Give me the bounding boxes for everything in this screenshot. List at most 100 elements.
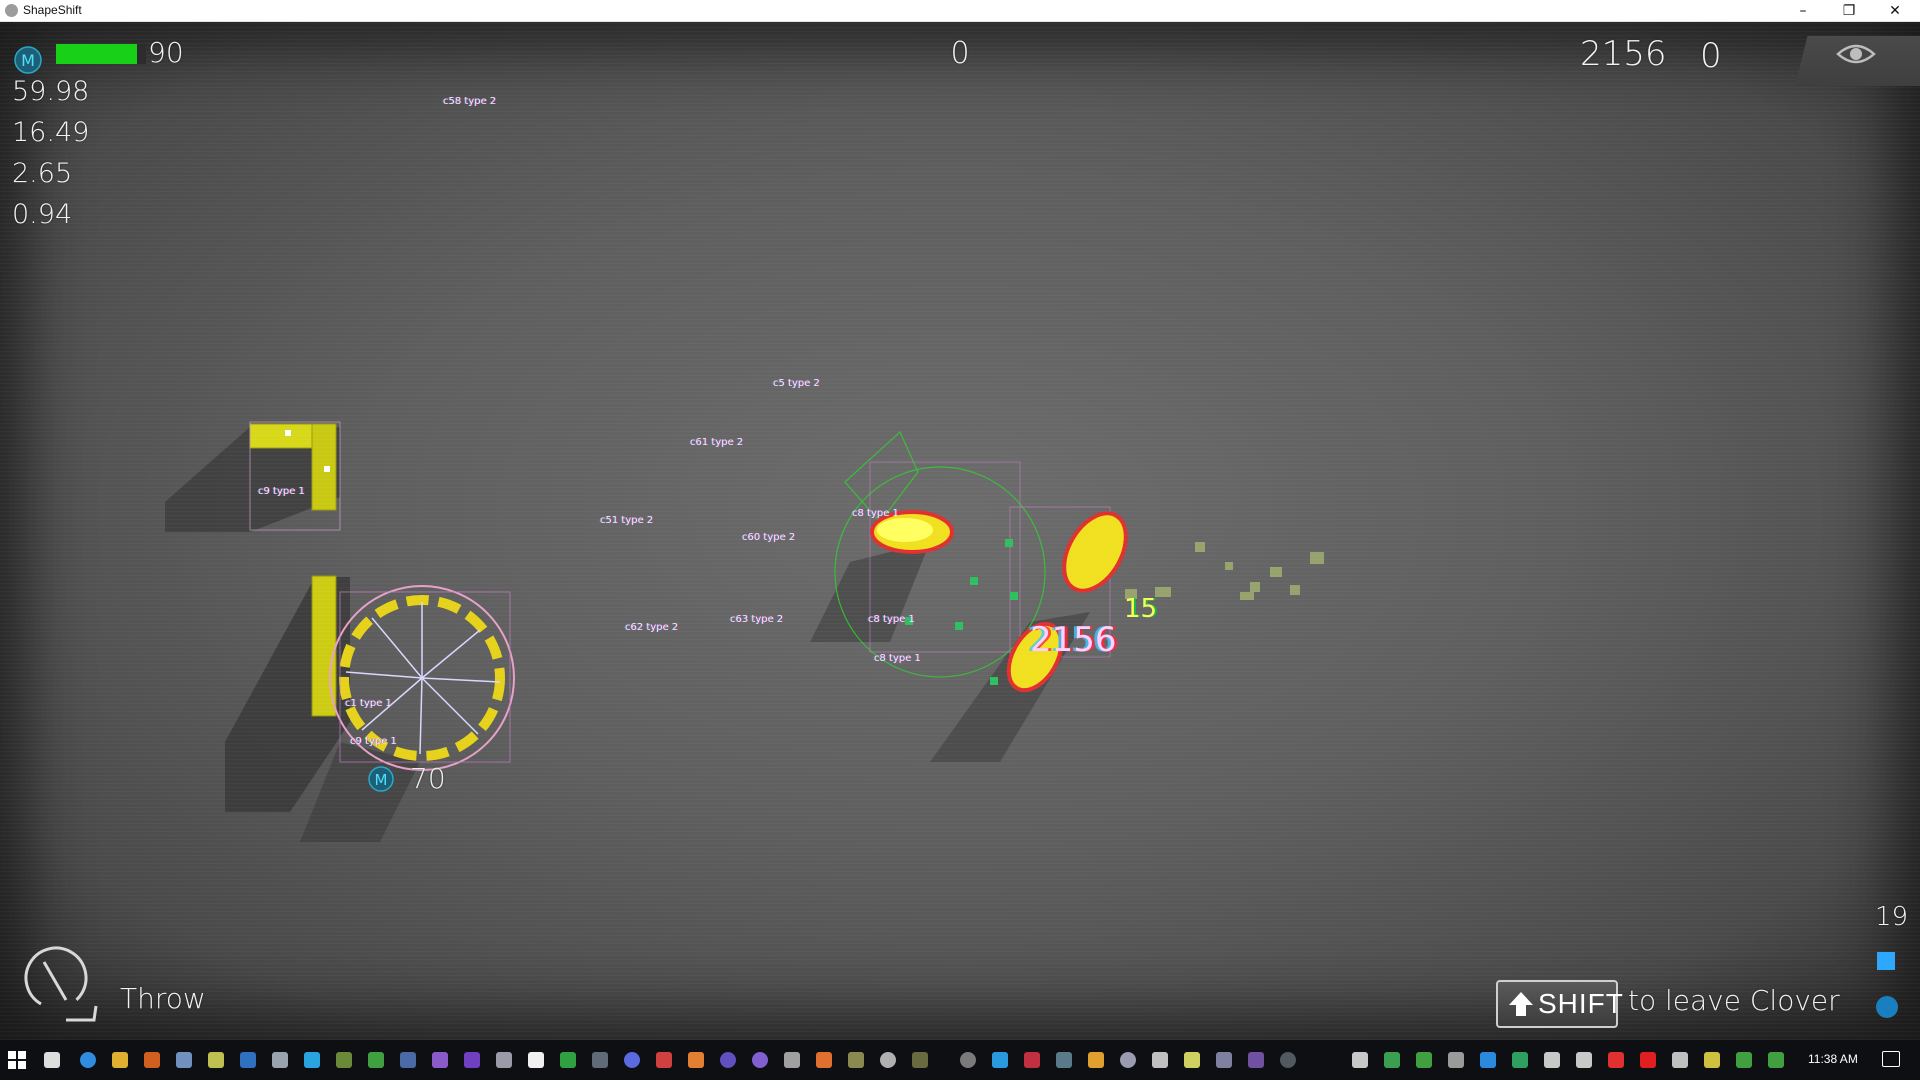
world-label: c9 type 1 bbox=[350, 736, 397, 747]
app-icon[interactable] bbox=[1024, 1052, 1040, 1068]
app-icon[interactable] bbox=[208, 1052, 224, 1068]
app-icon[interactable] bbox=[496, 1052, 512, 1068]
app-icon[interactable] bbox=[784, 1052, 800, 1068]
app-icon[interactable] bbox=[1216, 1052, 1232, 1068]
tray-icon[interactable] bbox=[1736, 1052, 1752, 1068]
world-label: c8 type 1 bbox=[874, 653, 921, 664]
notification-icon[interactable] bbox=[1882, 1051, 1900, 1067]
app-icon[interactable] bbox=[1248, 1052, 1264, 1068]
app-icon[interactable] bbox=[992, 1052, 1008, 1068]
total-score: 2156 bbox=[1580, 34, 1667, 74]
folder-icon[interactable] bbox=[112, 1052, 128, 1068]
world-label: c58 type 2 bbox=[443, 96, 497, 107]
app-icon[interactable] bbox=[432, 1052, 448, 1068]
app-icon[interactable] bbox=[144, 1052, 160, 1068]
tray-icon[interactable] bbox=[1480, 1052, 1496, 1068]
world-label: c5 type 2 bbox=[773, 378, 820, 389]
app-icon[interactable] bbox=[624, 1052, 640, 1068]
ammo-indicator bbox=[1877, 952, 1895, 970]
tray-icon[interactable] bbox=[1608, 1052, 1624, 1068]
window-title: ShapeShift bbox=[23, 3, 82, 17]
throw-icon bbox=[24, 946, 98, 1022]
enemy-health: 70 bbox=[410, 762, 446, 795]
shift-key-label: SHIFT bbox=[1538, 988, 1624, 1019]
tray-icon[interactable] bbox=[1352, 1052, 1368, 1068]
secondary-score: 0 bbox=[1700, 36, 1722, 76]
start-button[interactable] bbox=[8, 1051, 26, 1069]
svg-text:M: M bbox=[375, 771, 388, 789]
stat-value: 16.49 bbox=[12, 117, 90, 148]
app-icon[interactable] bbox=[1088, 1052, 1104, 1068]
browser-icon[interactable] bbox=[80, 1052, 96, 1068]
health-value: 90 bbox=[148, 36, 184, 69]
app-icon[interactable] bbox=[464, 1052, 480, 1068]
app-icon[interactable] bbox=[176, 1052, 192, 1068]
close-button[interactable]: ✕ bbox=[1872, 0, 1918, 22]
hit-counter: 15 bbox=[1124, 594, 1158, 624]
tray-icon[interactable] bbox=[1416, 1052, 1432, 1068]
restore-button[interactable]: ❐ bbox=[1826, 0, 1872, 22]
health-bar-fill bbox=[56, 44, 137, 64]
player-avatar-icon: M bbox=[14, 46, 42, 74]
app-icon[interactable] bbox=[720, 1052, 736, 1068]
app-icon[interactable] bbox=[688, 1052, 704, 1068]
tray-icon[interactable] bbox=[1640, 1052, 1656, 1068]
svg-text:M: M bbox=[21, 51, 35, 70]
app-icon[interactable] bbox=[1056, 1052, 1072, 1068]
app-icon[interactable] bbox=[1152, 1052, 1168, 1068]
app-icon[interactable] bbox=[560, 1052, 576, 1068]
app-icon[interactable] bbox=[912, 1052, 928, 1068]
tray-icon[interactable] bbox=[1512, 1052, 1528, 1068]
app-icon[interactable] bbox=[592, 1052, 608, 1068]
app-icon[interactable] bbox=[816, 1052, 832, 1068]
app-icon[interactable] bbox=[240, 1052, 256, 1068]
app-icon[interactable] bbox=[1184, 1052, 1200, 1068]
enemy-avatar-icon: M bbox=[368, 766, 394, 792]
app-icon[interactable] bbox=[304, 1052, 320, 1068]
minimize-button[interactable]: – bbox=[1780, 0, 1826, 22]
app-icon[interactable] bbox=[400, 1052, 416, 1068]
world-label: c61 type 2 bbox=[690, 437, 744, 448]
world-label: c9 type 1 bbox=[258, 486, 305, 497]
app-icon[interactable] bbox=[272, 1052, 288, 1068]
shift-key-prompt: SHIFT bbox=[1496, 980, 1623, 1028]
tray-icon[interactable] bbox=[1672, 1052, 1688, 1068]
game-viewport[interactable]: c58 type 2 c5 type 2 c61 type 2 c51 type… bbox=[0, 22, 1920, 1040]
task-view-icon[interactable] bbox=[44, 1052, 60, 1068]
app-icon[interactable] bbox=[848, 1052, 864, 1068]
app-icon[interactable] bbox=[752, 1052, 768, 1068]
world-label: c51 type 2 bbox=[600, 515, 654, 526]
world-label: c62 type 2 bbox=[625, 622, 679, 633]
world-label: c63 type 2 bbox=[730, 614, 784, 625]
app-icon[interactable] bbox=[336, 1052, 352, 1068]
up-arrow-icon bbox=[1509, 992, 1533, 1016]
app-icon[interactable] bbox=[1120, 1052, 1136, 1068]
tray-icon[interactable] bbox=[1544, 1052, 1560, 1068]
app-icon[interactable] bbox=[656, 1052, 672, 1068]
health-bar bbox=[56, 44, 146, 64]
center-score: 0 bbox=[950, 36, 970, 71]
stat-value: 59.98 bbox=[12, 76, 90, 107]
world-label: c60 type 2 bbox=[742, 532, 796, 543]
app-icon bbox=[5, 4, 18, 17]
tray-icon[interactable] bbox=[1704, 1052, 1720, 1068]
tray-icon[interactable] bbox=[1768, 1052, 1784, 1068]
debris bbox=[1125, 542, 1324, 600]
volume-icon[interactable] bbox=[1576, 1052, 1592, 1068]
stat-value: 0.94 bbox=[12, 199, 73, 230]
app-icon[interactable] bbox=[368, 1052, 384, 1068]
world-label: c8 type 1 bbox=[868, 614, 915, 625]
app-icon[interactable] bbox=[880, 1052, 896, 1068]
tray-icon[interactable] bbox=[1448, 1052, 1464, 1068]
damage-number: 2156 bbox=[1030, 620, 1117, 660]
tray-icon[interactable] bbox=[1384, 1052, 1400, 1068]
taskbar-clock[interactable]: 11:38 AM bbox=[1808, 1052, 1858, 1066]
world-label: c8 type 1 bbox=[852, 508, 899, 519]
enemy-ship bbox=[1006, 511, 1128, 693]
window-titlebar: ShapeShift – ❐ ✕ bbox=[0, 0, 1920, 22]
app-icon[interactable] bbox=[960, 1052, 976, 1068]
taskbar: 11:38 AM bbox=[0, 1040, 1920, 1080]
app-icon[interactable] bbox=[528, 1052, 544, 1068]
eye-icon[interactable] bbox=[1836, 40, 1876, 68]
app-icon[interactable] bbox=[1280, 1052, 1296, 1068]
